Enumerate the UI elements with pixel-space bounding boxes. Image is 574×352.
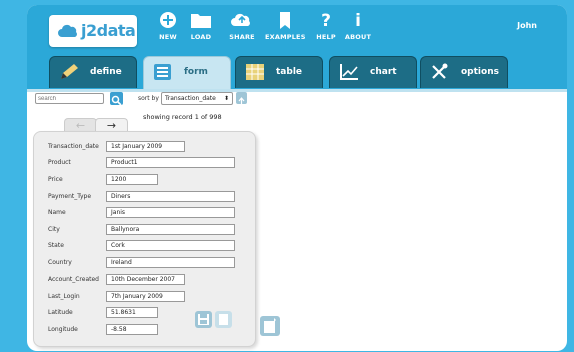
nav-about-label: ABOUT: [344, 33, 372, 41]
field-input[interactable]: 1st January 2009: [106, 141, 185, 152]
sort-arrow-icon: [238, 97, 245, 104]
field-label: Longitude: [48, 326, 78, 333]
nav-examples-button[interactable]: EXAMPLES: [265, 10, 305, 48]
tab-underline: [27, 89, 567, 92]
tab-chart[interactable]: chart: [329, 56, 417, 88]
tab-define-label: define: [90, 67, 122, 77]
field-label: Transaction_date: [48, 143, 99, 150]
field-input[interactable]: Ballynora: [106, 224, 235, 235]
tab-options-label: options: [461, 67, 499, 77]
field-label: Payment_Type: [48, 193, 92, 200]
field-input[interactable]: Diners: [106, 191, 235, 202]
svg-text:?: ?: [321, 11, 331, 30]
field-input[interactable]: Product1: [106, 157, 235, 168]
record-status: showing record 1 of 998: [143, 113, 222, 121]
field-label: State: [48, 242, 64, 249]
nav-share-button[interactable]: SHARE: [222, 10, 262, 48]
nav-about-button[interactable]: i ABOUT: [338, 10, 378, 48]
field-label: Country: [48, 259, 72, 266]
field-input[interactable]: 7th January 2009: [106, 291, 185, 302]
nav-load-label: LOAD: [190, 33, 212, 41]
chart-icon: [340, 64, 358, 80]
plus-circle-icon: [160, 12, 176, 28]
field-input[interactable]: 10th December 2007: [106, 274, 185, 285]
folder-icon: [191, 14, 211, 28]
field-label: Account_Created: [48, 276, 99, 283]
tab-form-label: form: [184, 67, 208, 77]
field-label: Latitude: [48, 309, 73, 316]
logo[interactable]: j2data: [49, 15, 137, 47]
add-record-button[interactable]: [260, 316, 280, 336]
tab-table[interactable]: table: [235, 56, 323, 88]
field-label: Last_Login: [48, 293, 80, 300]
sort-value: Transaction_date: [165, 95, 216, 102]
field-input[interactable]: 1200: [106, 174, 158, 185]
tools-icon: [432, 63, 448, 79]
sort-order-button[interactable]: [236, 92, 247, 104]
save-button[interactable]: [195, 311, 212, 328]
header-bar: j2data NEW LOAD SHARE EXAMPLES ? HELP i …: [27, 5, 567, 90]
table-icon: [246, 64, 264, 80]
info-icon: i: [355, 11, 361, 30]
new-record-icon: [264, 318, 276, 333]
cloud-logo-icon: [58, 24, 77, 37]
field-input[interactable]: Cork: [106, 240, 235, 251]
tab-chart-label: chart: [370, 67, 397, 77]
pencil-icon: [61, 64, 78, 79]
user-name[interactable]: John: [517, 21, 537, 30]
field-input[interactable]: Ireland: [106, 257, 235, 268]
nav-examples-label: EXAMPLES: [265, 33, 306, 41]
save-icon: [198, 314, 209, 325]
field-label: Product: [48, 159, 71, 166]
tab-form[interactable]: form: [143, 56, 231, 90]
nav-load-button[interactable]: LOAD: [181, 10, 221, 48]
field-label: Price: [48, 176, 63, 183]
nav-share-label: SHARE: [229, 33, 255, 41]
search-button[interactable]: [110, 92, 123, 106]
field-input[interactable]: Janis: [106, 207, 235, 218]
tab-define[interactable]: define: [49, 56, 137, 88]
field-label: Name: [48, 209, 66, 216]
clear-button[interactable]: [215, 311, 232, 328]
select-arrows-icon: ⬍: [223, 95, 229, 102]
tab-options[interactable]: options: [420, 56, 508, 88]
form-icon: [154, 64, 171, 80]
sort-select[interactable]: Transaction_date ⬍: [161, 92, 233, 105]
search-input[interactable]: [35, 93, 104, 104]
magnifier-icon: [111, 95, 122, 106]
tab-table-label: table: [276, 67, 303, 77]
clear-icon: [219, 314, 228, 325]
field-label: City: [48, 226, 60, 233]
share-cloud-icon: [231, 13, 250, 26]
brand-name: j2data: [81, 21, 136, 40]
svg-text:i: i: [355, 11, 361, 30]
field-input[interactable]: -8.58: [106, 324, 158, 335]
tab-bar: define form table chart options: [27, 56, 567, 90]
sort-label: sort by: [138, 95, 159, 102]
question-icon: ?: [321, 11, 331, 30]
bookmark-icon: [280, 12, 290, 29]
field-input[interactable]: 51.8631: [106, 307, 158, 318]
